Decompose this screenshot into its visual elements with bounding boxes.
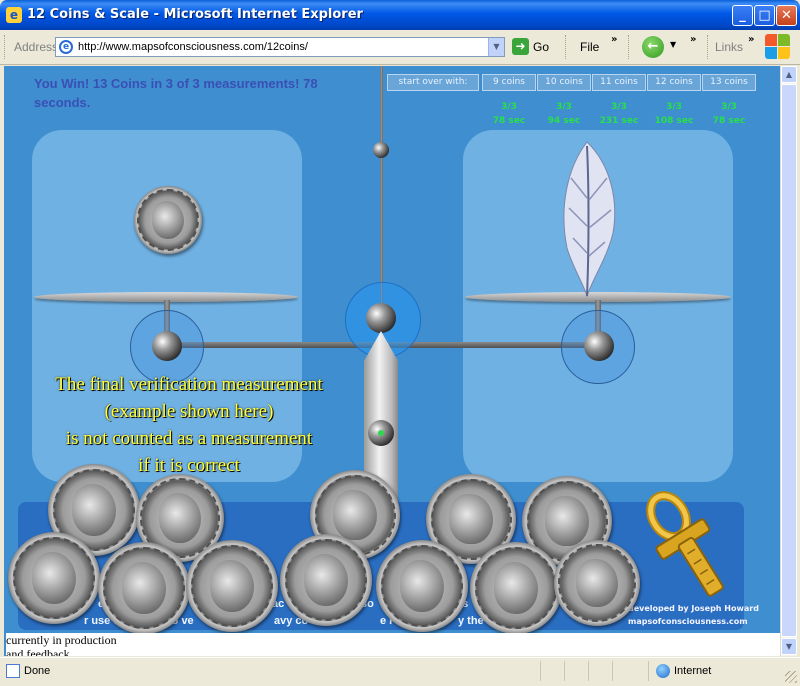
page-content: You Win! 13 Coins in 3 of 3 measurements… [4,66,780,656]
toolbar-grip[interactable] [707,35,711,59]
ie-window-icon: e [6,7,22,23]
scale-stand [380,66,383,306]
menu-overflow-chevron-icon[interactable]: » [611,34,617,45]
score-result: 3/3 [611,102,627,112]
minimize-button[interactable]: _ [732,5,753,26]
center-pivot-ball [366,303,396,333]
resize-grip[interactable] [785,671,797,683]
links-overflow-chevron-icon[interactable]: » [748,34,754,45]
coin[interactable] [186,540,278,632]
links-toolbar[interactable]: Links [715,40,743,54]
credit-website[interactable]: mapsofconsciousness.com [628,617,748,626]
score-10-coins: 3/3 94 sec [537,100,591,128]
note-line: The final verification measurement [55,374,323,395]
verification-note: The final verification measurement (exam… [24,371,354,479]
coin-on-left-pan[interactable] [134,186,202,254]
score-11-coins: 3/3 231 sec [592,100,646,128]
window-title: 12 Coins & Scale - Microsoft Internet Ex… [27,7,363,22]
vertical-scrollbar[interactable]: ▲ ▼ [780,66,797,656]
score-time: 78 sec [492,116,526,126]
note-line: (example shown here) [104,401,274,422]
production-line: and feedback [6,647,70,656]
balance-indicator-light [378,430,384,436]
toolbar-grip[interactable] [4,35,8,59]
start-13-coins-button[interactable]: 13 coins [702,74,756,91]
address-dropdown-icon[interactable]: ▼ [488,38,504,56]
score-result: 3/3 [666,102,682,112]
win-message: You Win! 13 Coins in 3 of 3 measurements… [34,76,318,110]
score-time: 231 sec [599,116,639,126]
address-input[interactable]: e http://www.mapsofconsciousness.com/12c… [55,37,505,57]
security-zone: Internet [674,665,712,677]
toolbar-grip[interactable] [628,35,632,59]
coin[interactable] [280,534,372,626]
page-status-icon [6,664,20,678]
start-9-coins-button[interactable]: 9 coins [482,74,536,91]
production-line: currently in production [6,633,117,647]
start-11-coins-button[interactable]: 11 coins [592,74,646,91]
coin[interactable] [98,542,190,634]
status-bar: Done Internet [0,657,800,686]
left-pivot-ball [152,331,182,361]
address-url[interactable]: http://www.mapsofconsciousness.com/12coi… [78,41,308,53]
ankh-icon[interactable] [634,478,754,598]
internet-zone-icon [656,664,670,678]
coin[interactable] [376,540,468,632]
note-line: is not counted as a measurement [65,428,313,449]
coin[interactable] [554,540,640,626]
credit-author: developed by Joseph Howard [628,604,759,613]
close-button[interactable]: ✕ [776,5,797,26]
feather-weight-icon[interactable] [559,138,619,298]
score-time: 78 sec [712,116,746,126]
start-12-coins-button[interactable]: 12 coins [647,74,701,91]
coin[interactable] [470,542,562,634]
score-12-coins: 3/3 108 sec [647,100,701,128]
maximize-button[interactable]: □ [754,5,775,26]
page-icon: e [59,40,73,54]
back-dropdown-icon[interactable]: ▼ [670,40,676,49]
status-divider [588,661,589,681]
score-result: 3/3 [721,102,737,112]
start-10-coins-button[interactable]: 10 coins [537,74,591,91]
windows-logo-icon [764,33,792,61]
scroll-down-icon[interactable]: ▼ [781,638,797,655]
title-bar: e 12 Coins & Scale - Microsoft Internet … [0,0,800,30]
scroll-up-icon[interactable]: ▲ [781,66,797,83]
address-label: Address [14,40,59,54]
stand-knob [373,142,389,158]
score-result: 3/3 [556,102,572,112]
score-9-coins: 3/3 78 sec [482,100,536,128]
scroll-thumb[interactable] [781,84,797,637]
score-time: 94 sec [547,116,581,126]
status-divider [612,661,613,681]
file-menu[interactable]: File [580,40,599,54]
address-toolbar: Address e http://www.mapsofconsciousness… [0,30,800,65]
status-divider [540,661,541,681]
status-divider [648,661,649,681]
back-arrow-icon[interactable]: ← [642,36,664,58]
toolbar-overflow-chevron-icon[interactable]: » [690,34,696,45]
coin[interactable] [8,532,100,624]
status-text: Done [24,665,51,677]
go-button[interactable]: Go [533,40,549,54]
start-over-label: start over with: [387,74,479,91]
toolbar-grip[interactable] [565,35,569,59]
production-note: currently in production and feedback [6,633,780,656]
go-arrow-icon[interactable]: ➜ [512,38,529,55]
score-13-coins: 3/3 78 sec [702,100,756,128]
status-divider [564,661,565,681]
score-time: 108 sec [654,116,694,126]
score-result: 3/3 [501,102,517,112]
right-pivot-ball [584,331,614,361]
